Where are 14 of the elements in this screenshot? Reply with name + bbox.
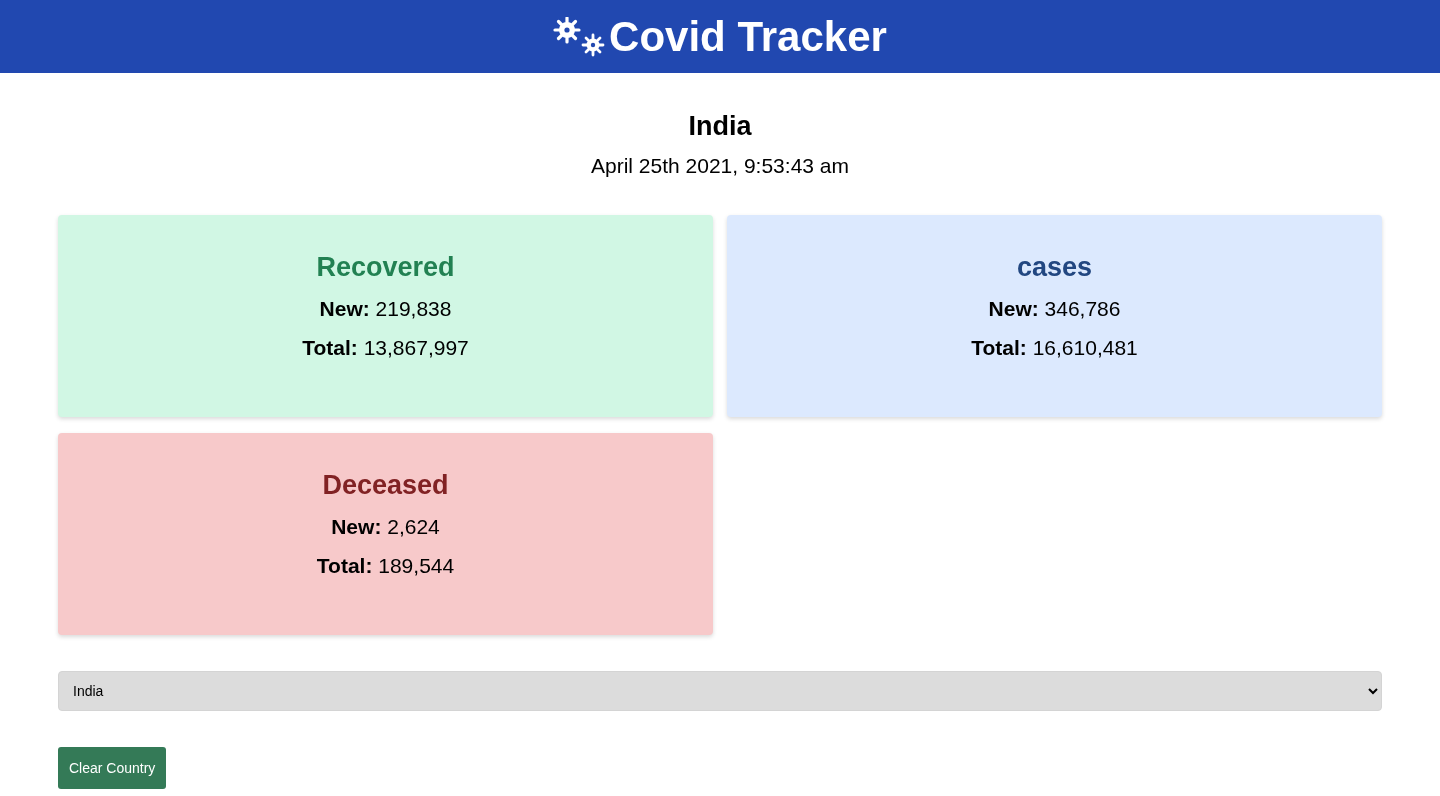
stat-line: New: 346,786	[988, 297, 1121, 321]
stat-line: New: 219,838	[319, 297, 452, 321]
country-name: India	[688, 110, 752, 142]
updated-timestamp: April 25th 2021, 9:53:43 am	[591, 154, 849, 178]
stat-line: Total: 13,867,997	[302, 336, 469, 360]
stat-line: New: 2,624	[331, 515, 440, 539]
country-select[interactable]: India	[58, 671, 1382, 711]
card-title: cases	[1016, 252, 1093, 282]
app-title: Covid Tracker	[609, 11, 887, 62]
clear-country-button[interactable]: Clear Country	[58, 747, 167, 789]
card-title: Recovered	[316, 252, 455, 282]
card-title: Deceased	[322, 470, 449, 500]
stat-line: Total: 16,610,481	[971, 336, 1138, 360]
stat-line: Total: 189,544	[316, 554, 455, 578]
